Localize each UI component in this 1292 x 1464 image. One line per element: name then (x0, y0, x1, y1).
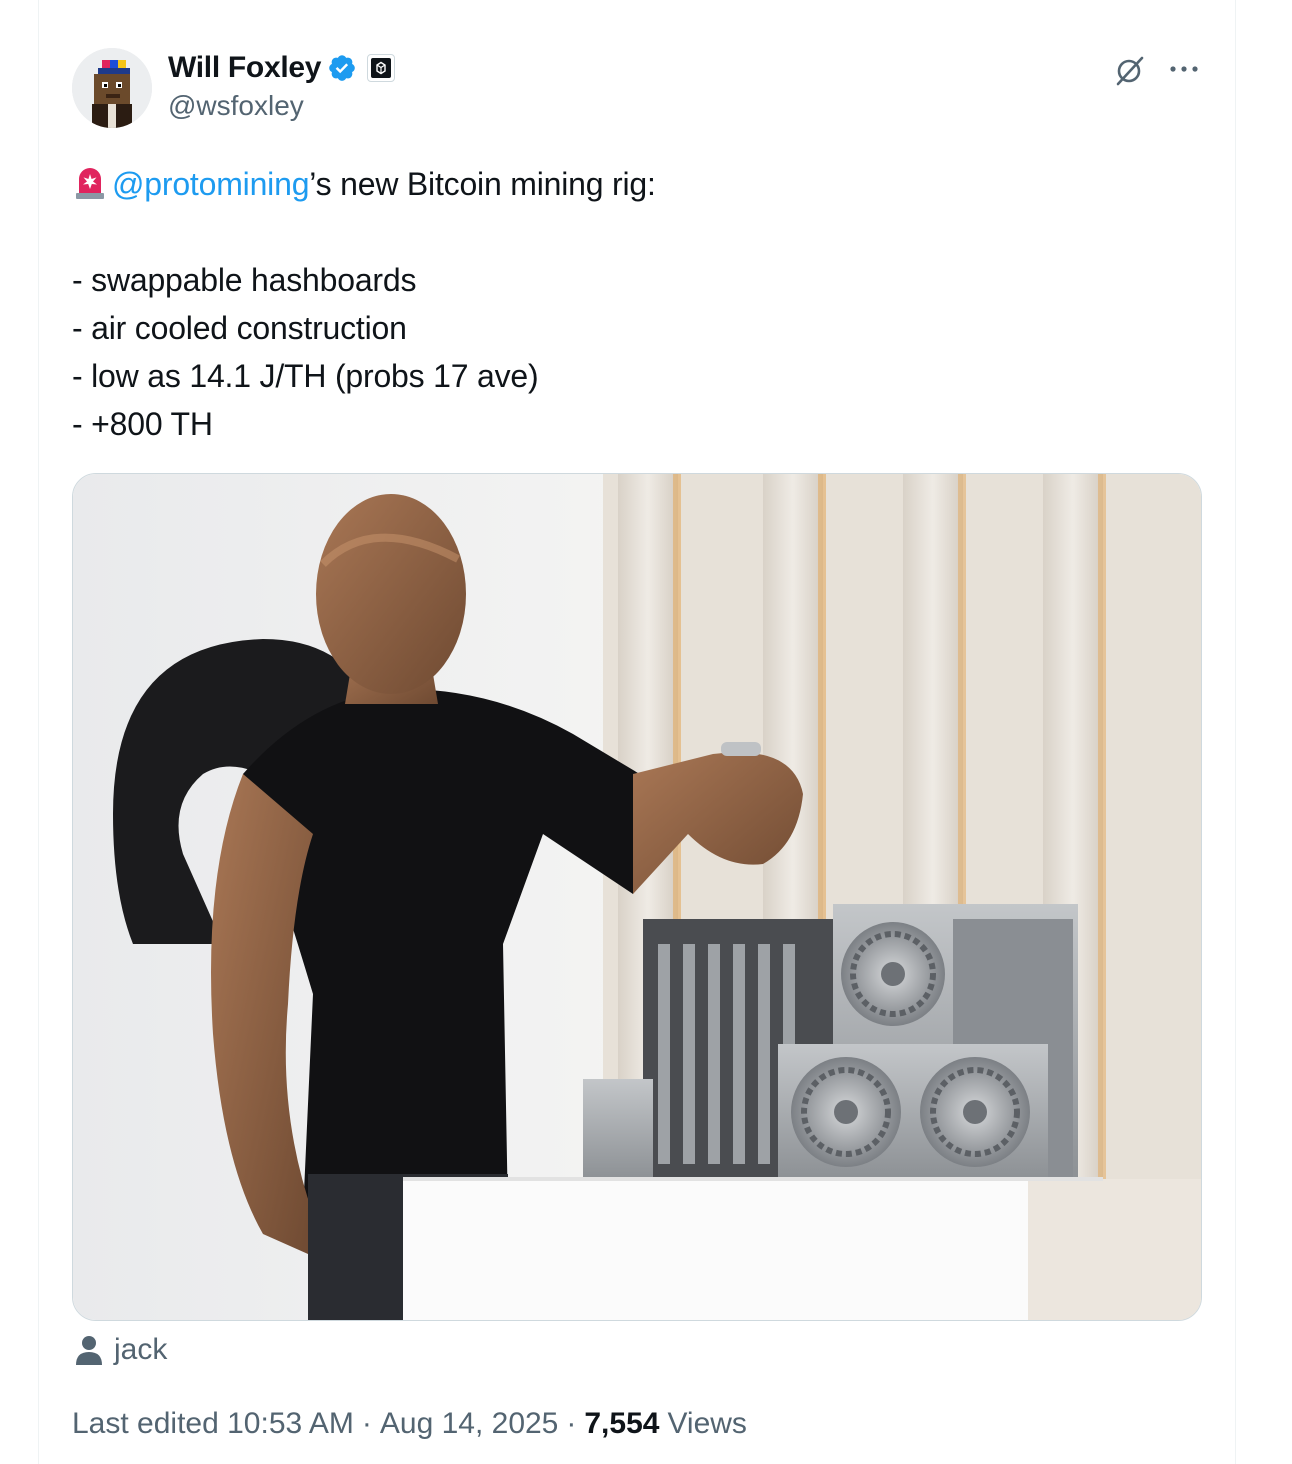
mention-link[interactable]: @protomining (112, 166, 309, 202)
column-border-right (1235, 0, 1236, 1464)
author-name-row: Will Foxley (168, 50, 396, 86)
edited-timestamp[interactable]: Last edited 10:53 AM (72, 1407, 354, 1441)
tagged-user-name: jack (114, 1333, 168, 1366)
tweet-bullet: - +800 TH (72, 406, 213, 442)
tweet-date[interactable]: Aug 14, 2025 (380, 1407, 559, 1441)
tweet-media-photo[interactable] (72, 473, 1202, 1321)
tweet-bullet: - air cooled construction (72, 310, 407, 346)
siren-emoji-icon (76, 168, 104, 199)
tweet-bullet: - swappable hashboards (72, 262, 417, 298)
views-label: Views (667, 1407, 747, 1440)
author-handle[interactable]: @wsfoxley (168, 90, 304, 122)
affiliation-badge-icon[interactable] (367, 54, 396, 82)
column-border-left (38, 0, 39, 1464)
avatar[interactable] (72, 48, 152, 128)
author-display-name[interactable]: Will Foxley (168, 51, 321, 85)
verified-badge-icon[interactable] (327, 53, 357, 83)
tagged-user[interactable]: jack (74, 1330, 167, 1370)
more-icon[interactable] (1166, 58, 1202, 80)
meta-separator: · (361, 1407, 372, 1440)
person-icon (76, 1336, 102, 1365)
tweet-line-1-text: ’s new Bitcoin mining rig: (309, 166, 656, 202)
tweet-text: @protomining’s new Bitcoin mining rig: -… (72, 160, 1202, 448)
photo-man-with-mining-rig (73, 474, 1201, 1320)
meta-separator: · (566, 1407, 577, 1440)
views-count: 7,554 (584, 1407, 660, 1440)
tweet-bullet: - low as 14.1 J/TH (probs 17 ave) (72, 358, 539, 394)
grok-icon[interactable] (1112, 52, 1148, 88)
tweet-meta: Last edited 10:53 AM · Aug 14, 2025 · 7,… (72, 1402, 747, 1446)
tweet-line-1: @protomining’s new Bitcoin mining rig: (72, 160, 1202, 208)
pixel-art-avatar-icon (72, 48, 152, 128)
